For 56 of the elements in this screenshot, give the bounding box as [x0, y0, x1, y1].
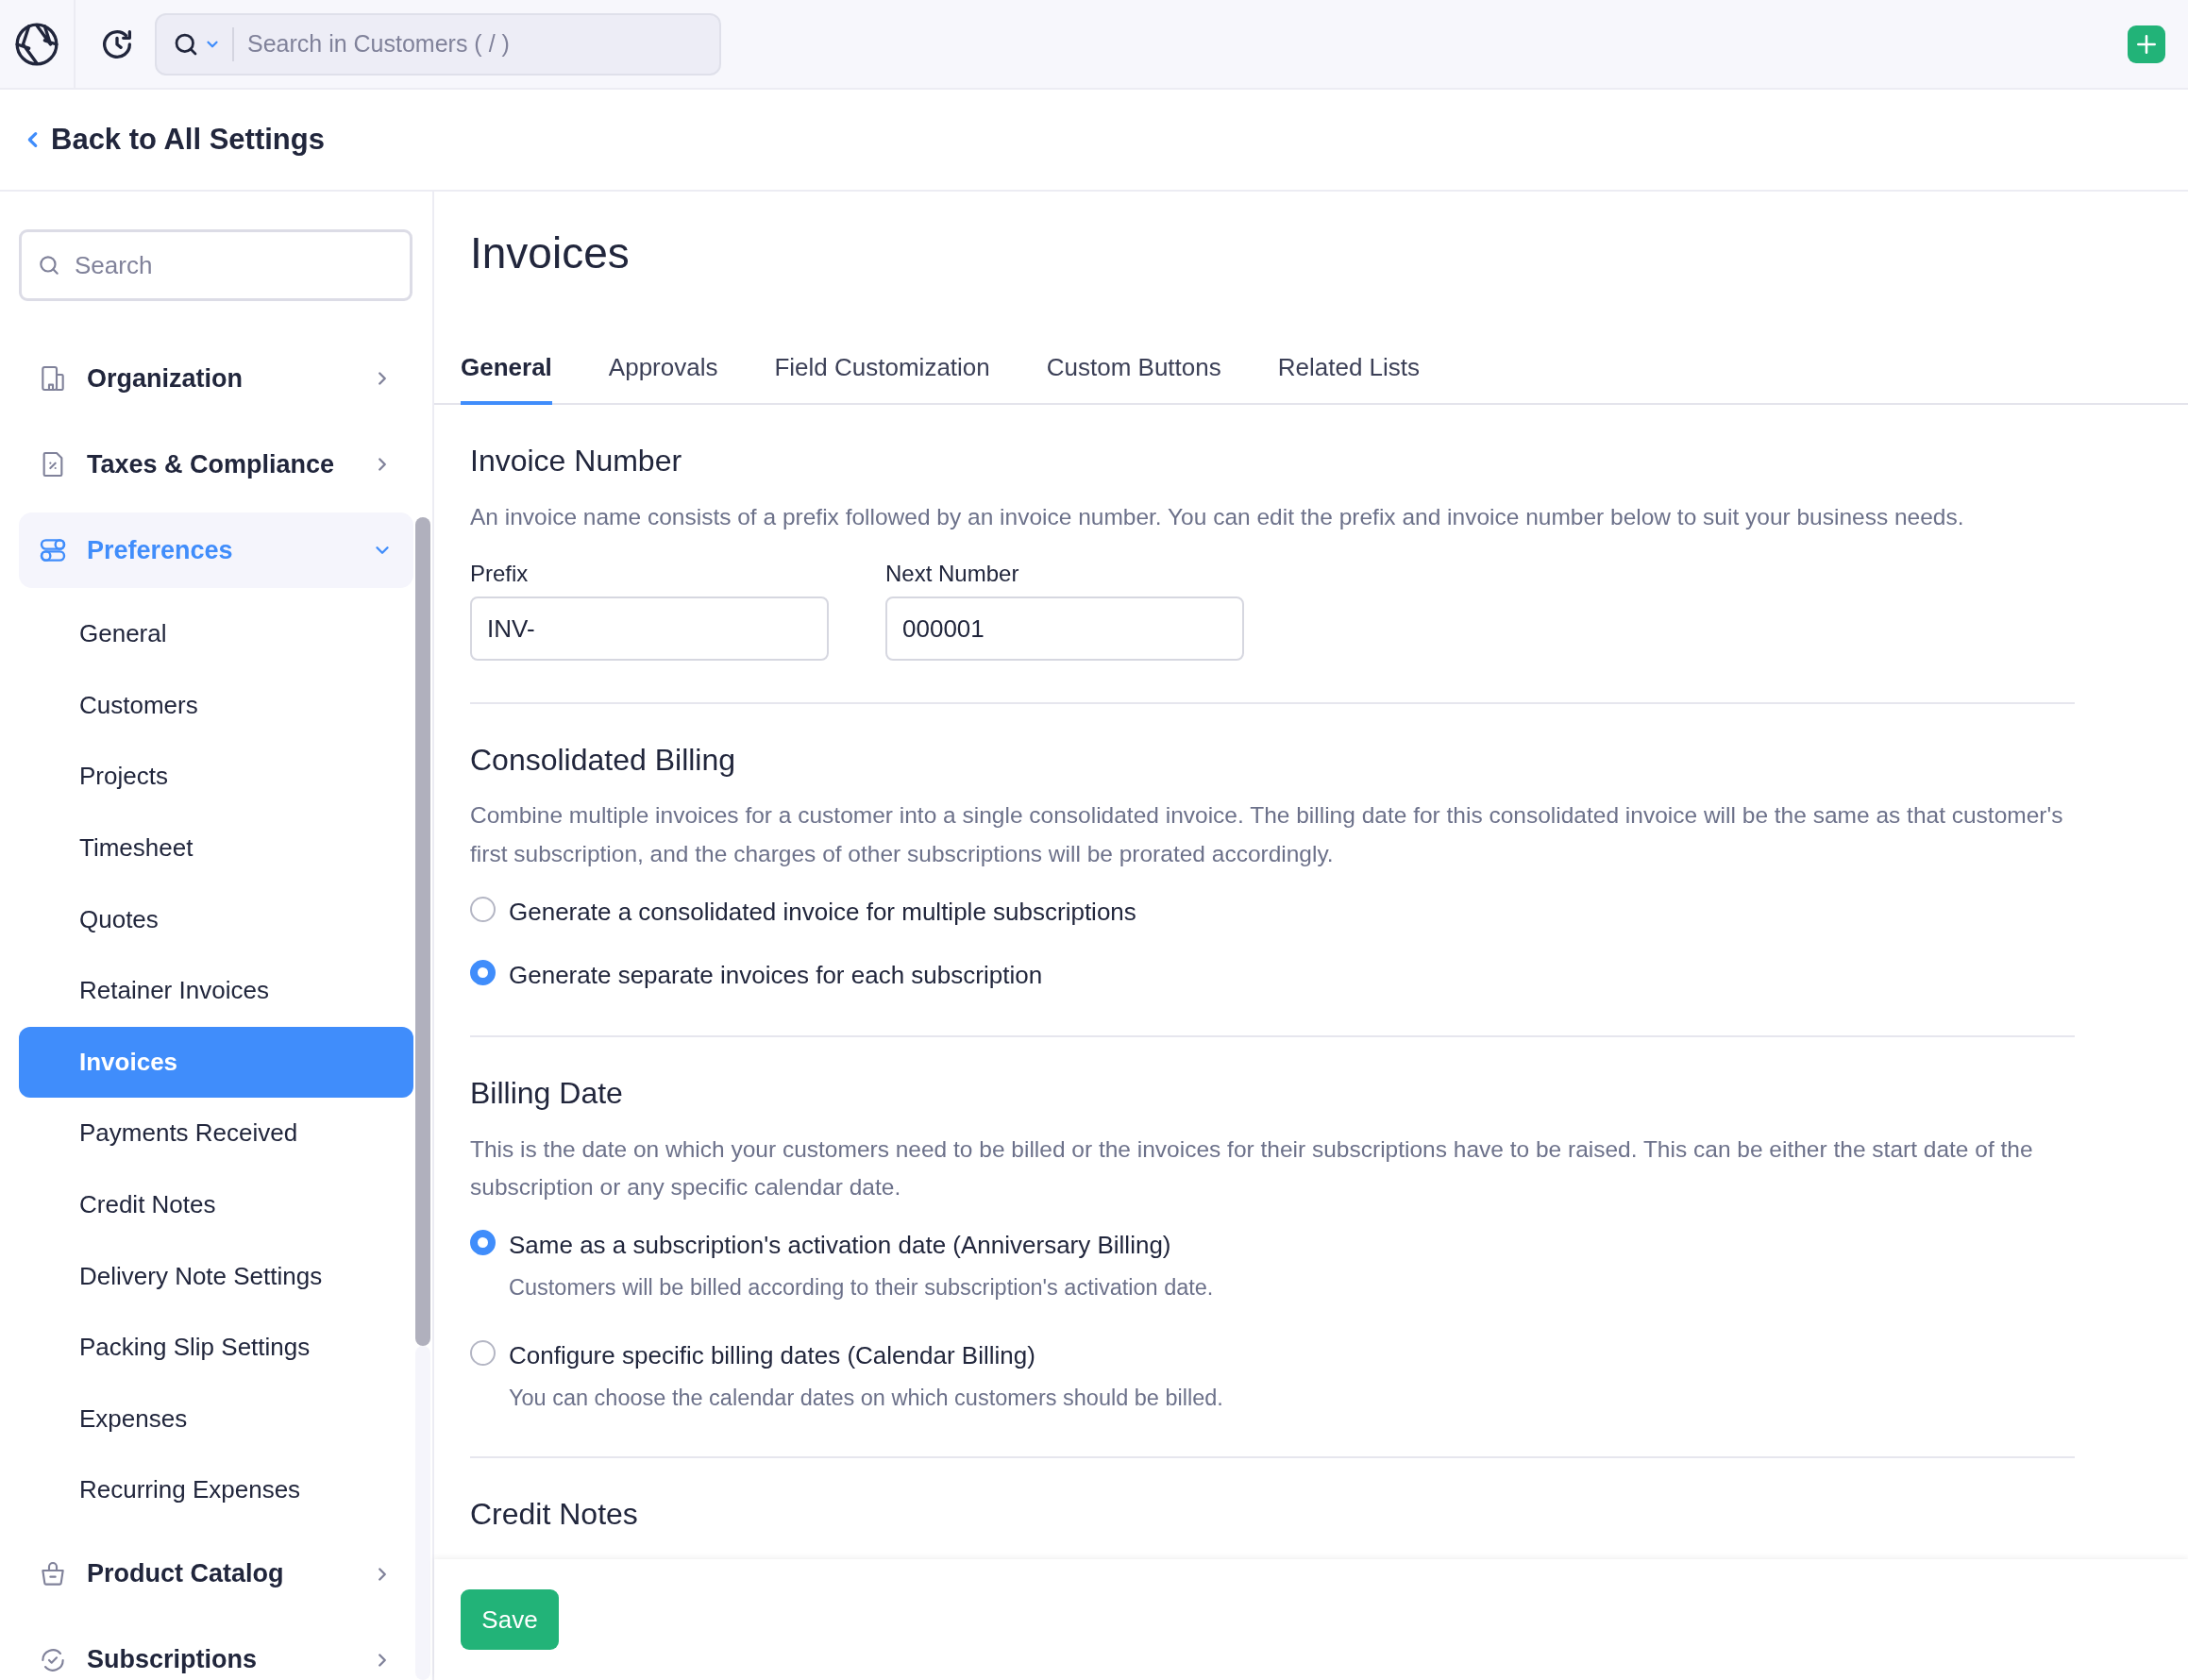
search-icon [37, 253, 61, 277]
radio-button[interactable] [470, 1339, 496, 1366]
section-heading: Credit Notes [470, 1495, 639, 1533]
sidebar-item[interactable]: Credit Notes [19, 1168, 413, 1241]
sidebar-item[interactable]: Delivery Note Settings [19, 1240, 413, 1312]
sidebar-item[interactable]: Customers [19, 669, 413, 742]
search-field[interactable]: Search [19, 229, 412, 301]
group-label: Organization [87, 362, 243, 395]
tab[interactable]: Field Customization [774, 349, 990, 406]
sidebar-item[interactable]: Quotes [19, 883, 413, 955]
radio-label: Configure specific billing dates (Calendar Billing) [509, 1339, 1036, 1371]
search-input[interactable]: Search in Customers ( / ) [234, 14, 719, 74]
field-label: Next Number [885, 560, 1020, 588]
radio-button[interactable] [470, 897, 496, 923]
radio-hint: Customers will be billed according to their subscription's activation date. [509, 1274, 1214, 1302]
search-field[interactable]: Search in Customers ( / ) [155, 12, 721, 76]
sidebar-item[interactable]: Retainer Invoices [19, 954, 413, 1027]
group-label: Taxes & Compliance [87, 448, 335, 480]
sidebar-group[interactable]: Organization [19, 341, 413, 416]
group-label: Product Catalog [87, 1558, 284, 1590]
tab[interactable]: General [461, 349, 552, 406]
radio-button[interactable] [470, 960, 496, 986]
input-field[interactable]: INV- [470, 596, 829, 661]
sidebar-item[interactable]: Timesheet [19, 812, 413, 884]
group-label: Subscriptions [87, 1644, 258, 1676]
back-link[interactable]: Back to All Settings [23, 117, 325, 162]
field-label: Prefix [470, 560, 530, 588]
sidebar-item[interactable]: Packing Slip Settings [19, 1311, 413, 1384]
page-title: Invoices [470, 227, 631, 279]
radio-label: Generate a consolidated invoice for multiple subscriptions [509, 897, 1136, 929]
sidebar-group[interactable]: Product Catalog [19, 1536, 413, 1612]
section-heading: Invoice Number [470, 443, 683, 479]
scrollbar-thumb[interactable] [415, 517, 430, 1346]
tab[interactable]: Related Lists [1277, 349, 1421, 406]
sidebar-group[interactable]: Taxes & Compliance [19, 427, 413, 502]
search-input[interactable]: Search [61, 232, 410, 298]
tab[interactable]: Approvals [608, 349, 718, 406]
radio-button[interactable] [470, 1230, 496, 1256]
sidebar-group[interactable]: Subscriptions [19, 1621, 413, 1680]
sidebar-item[interactable]: General [19, 598, 413, 670]
input-field[interactable]: 000001 [885, 596, 1244, 661]
sidebar-item[interactable]: Projects [19, 741, 413, 813]
radio-hint: You can choose the calendar dates on which customers should be billed. [509, 1384, 1223, 1412]
sidebar-item[interactable]: Payments Received [19, 1098, 413, 1169]
sidebar-item[interactable]: Expenses [19, 1383, 413, 1455]
section-description: An invoice name consists of a prefix followed by an invoice number. You can edit the prefix and invoice number below to suit your business needs. [470, 502, 1965, 531]
section-description: Combine multiple invoices for a customer into a single consolidated invoice. The billing date for this consolidated invoice will be the same as that customer's first subscription, and the charges of other subscriptions will be prorated accordingly. [470, 801, 2064, 868]
radio-label: Generate separate invoices for each subscription [509, 960, 1043, 992]
add-button[interactable] [2128, 25, 2165, 63]
sidebar-item[interactable]: Recurring Expenses [19, 1454, 413, 1526]
tab[interactable]: Custom Buttons [1046, 349, 1221, 406]
section-description: This is the date on which your customers need to be billed or the invoices for their subscriptions have to be raised. This can be either the start date of the subscription or any specific calendar date. [470, 1134, 2034, 1202]
group-label: Preferences [87, 534, 233, 566]
section-heading: Billing Date [470, 1075, 624, 1112]
radio-label: Same as a subscription's activation date (Anniversary Billing) [509, 1230, 1172, 1262]
section-heading: Consolidated Billing [470, 742, 737, 779]
